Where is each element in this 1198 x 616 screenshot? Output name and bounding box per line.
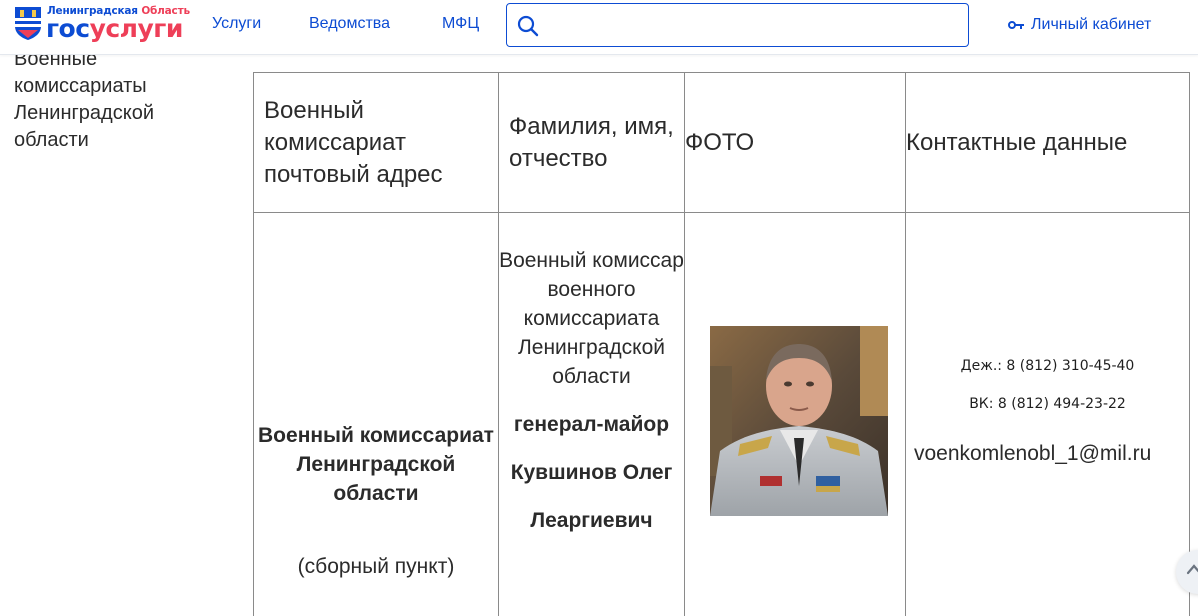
column-header-photo: ФОТО — [684, 72, 906, 213]
commissar-position: Военный комиссар военного комиссариата Л… — [499, 249, 684, 388]
commissariat-name: Военный комиссариат Ленинградской област… — [258, 424, 494, 505]
nav-departments[interactable]: Ведомства — [309, 15, 390, 33]
search-box[interactable] — [506, 3, 969, 47]
contact-email[interactable]: voenkomlenobl_1@mil.ru — [906, 442, 1189, 466]
commissar-photo — [710, 326, 888, 516]
nav-mfc[interactable]: МФЦ — [442, 15, 479, 33]
commissariat-phone: ВК: 8 (812) 494-23-22 — [969, 396, 1126, 412]
column-header-address: Военный комиссариат почтовый адрес — [253, 72, 499, 213]
site-header: Ленинградская Область госуслуги Услуги В… — [0, 0, 1198, 55]
column-header-contacts: Контактные данные — [905, 72, 1190, 213]
search-icon — [517, 15, 539, 37]
cell-contacts: Деж.: 8 (812) 310-45-40 ВК: 8 (812) 494-… — [905, 212, 1190, 616]
cell-address: Военный комиссариат Ленинградской област… — [253, 212, 499, 616]
search-input[interactable] — [549, 10, 959, 40]
cell-full-name: Военный комиссар военного комиссариата Л… — [498, 212, 685, 616]
commissariat-table: Военный комиссариат почтовый адрес Фамил… — [253, 72, 1190, 616]
commissariat-note: (сборный пункт) — [297, 555, 455, 578]
personal-cabinet-link[interactable]: Личный кабинет — [1008, 16, 1151, 34]
nav-services[interactable]: Услуги — [212, 15, 261, 33]
table-row: Военный комиссариат Ленинградской област… — [253, 212, 1190, 616]
sidebar-item-military-commissariats[interactable]: Военные комиссариаты Ленинградской облас… — [14, 46, 234, 154]
table-header-row: Военный комиссариат почтовый адрес Фамил… — [253, 72, 1190, 213]
logo-wordmark: госуслуги — [46, 14, 183, 44]
commissar-rank: генерал-майор — [513, 413, 670, 436]
personal-cabinet-label: Личный кабинет — [1031, 16, 1152, 33]
column-header-full-name: Фамилия, имя, отчество — [498, 72, 685, 213]
logo-wordmark-part-1: гос — [46, 14, 90, 43]
logo-wordmark-part-2: услуги — [89, 14, 184, 43]
key-icon — [1008, 20, 1024, 29]
duty-phone: Деж.: 8 (812) 310-45-40 — [960, 358, 1135, 374]
chevron-up-icon — [1186, 564, 1198, 575]
gosuslugi-logo[interactable]: Ленинградская Область госуслуги — [14, 4, 190, 44]
coat-of-arms-icon — [15, 7, 41, 40]
cell-photo — [684, 212, 906, 616]
commissar-name-line-1: Кувшинов Олег — [510, 461, 673, 484]
commissar-name-line-2: Леаргиевич — [530, 509, 653, 532]
